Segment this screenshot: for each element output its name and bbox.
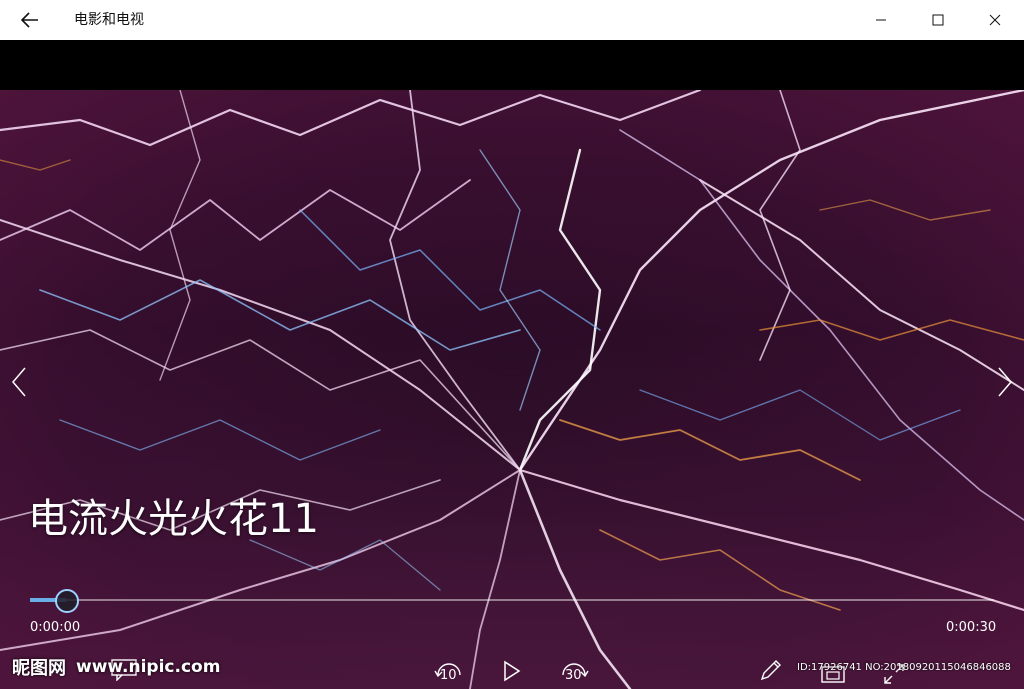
title-bar: 电影和电视 xyxy=(0,0,1024,40)
close-icon xyxy=(989,14,1000,26)
next-button[interactable] xyxy=(990,365,1020,399)
skip-forward-label: 30 xyxy=(565,668,582,683)
letterbox-bar xyxy=(0,40,1024,90)
close-button[interactable] xyxy=(966,0,1023,40)
chevron-right-icon xyxy=(998,367,1012,397)
watermark-id: ID:17926741 NO:20180920115046846088 xyxy=(797,662,1011,673)
watermark-url: www.nipic.com xyxy=(76,657,221,677)
back-button[interactable] xyxy=(0,0,60,40)
current-time: 0:00:00 xyxy=(30,620,81,635)
skip-back-label: 10 xyxy=(440,668,457,683)
duration-time: 0:00:30 xyxy=(946,620,997,635)
edit-button[interactable] xyxy=(756,654,786,686)
minimize-button[interactable] xyxy=(852,0,909,40)
watermark-logo-text: 昵图网 xyxy=(12,658,66,679)
previous-button[interactable] xyxy=(4,365,34,399)
pencil-icon xyxy=(760,660,781,681)
maximize-button[interactable] xyxy=(909,0,966,40)
seek-bar-track[interactable] xyxy=(30,599,994,601)
maximize-icon xyxy=(932,14,943,26)
video-title: 电流火光火花11 xyxy=(28,496,319,542)
minimize-icon xyxy=(875,19,886,21)
seek-bar-thumb[interactable] xyxy=(55,589,79,613)
watermark-logo: 昵图网 www.nipic.com xyxy=(12,654,220,680)
back-arrow-icon xyxy=(21,12,38,28)
app-title: 电影和电视 xyxy=(74,12,144,28)
chevron-left-icon xyxy=(12,367,26,397)
play-button[interactable] xyxy=(496,654,528,688)
play-icon xyxy=(504,660,521,682)
